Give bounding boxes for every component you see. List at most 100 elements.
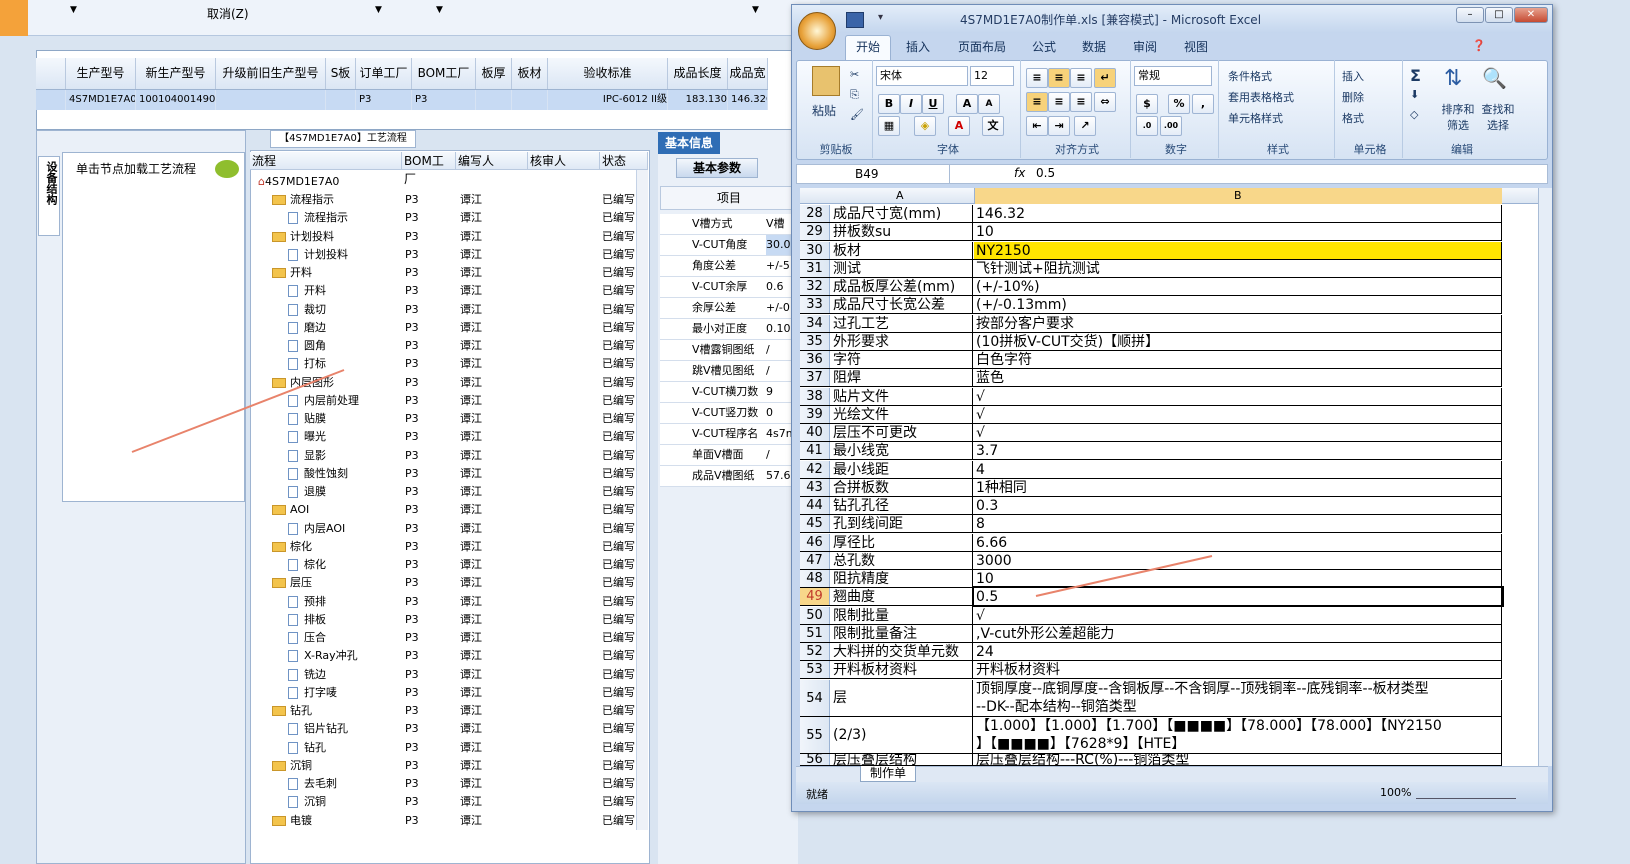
tree-node[interactable]: 贴膜 — [288, 410, 326, 428]
worksheet-row[interactable]: 54 层顶铜厚度--底铜厚度--含铜板厚--不含铜厚--顶残铜率--底残铜率--板… — [800, 680, 1502, 717]
tree-row[interactable]: 内层图形 P3 谭江 已编写 — [250, 374, 648, 392]
row-number[interactable]: 45 — [800, 515, 830, 533]
tree-node[interactable]: 内层图形 — [272, 374, 334, 392]
tree-row[interactable]: 沉铜 P3 谭江 已编写 — [250, 793, 648, 811]
cell-b[interactable]: 层压叠层结构---RC(%)---铜箔类型 — [974, 754, 1502, 765]
worksheet-row[interactable]: 42 最小线距 4 — [800, 460, 1502, 479]
tree-node[interactable]: 圆角 — [288, 337, 326, 355]
find-select-button[interactable]: 查找和选择 — [1480, 101, 1516, 133]
worksheet-row[interactable]: 40 层压不可更改 √ — [800, 424, 1502, 442]
ribbon-tab[interactable]: 插入 — [906, 38, 930, 55]
fill-icon[interactable]: ⬇ — [1410, 88, 1419, 101]
row-number[interactable]: 44 — [800, 497, 830, 514]
cell-a[interactable]: 最小线距 — [831, 460, 973, 478]
tree-node[interactable]: 磨边 — [288, 319, 326, 337]
tree-node[interactable]: 电镀 — [272, 812, 312, 830]
worksheet-row[interactable]: 49 翘曲度 0.5 — [800, 586, 1504, 608]
worksheet-row[interactable]: 28 成品尺寸宽(mm) 146.32 — [800, 205, 1502, 223]
tree-row[interactable]: 贴膜 P3 谭江 已编写 — [250, 410, 648, 428]
cell-b[interactable]: 按部分客户要求 — [974, 314, 1502, 332]
grid-column-header[interactable]: BOM工厂 — [412, 58, 476, 89]
worksheet-row[interactable]: 52 大料拼的交货单元数 24 — [800, 643, 1502, 661]
tree-node[interactable]: 显影 — [288, 447, 326, 465]
copy-icon[interactable]: ⎘ — [850, 88, 859, 102]
font-family-select[interactable]: 宋体 — [876, 66, 968, 86]
tree-node[interactable]: 铣边 — [288, 666, 326, 684]
cancel-button[interactable]: 取消(Z) — [207, 5, 249, 22]
cell-a[interactable]: 过孔工艺 — [831, 314, 973, 332]
ribbon-tab[interactable]: 视图 — [1184, 38, 1208, 55]
cell-a[interactable]: 测试 — [831, 259, 973, 277]
tree-row[interactable]: 电镀 P3 谭江 已编写 — [250, 812, 648, 830]
grid-column-header[interactable]: 成品长度 — [668, 58, 728, 89]
tree-row[interactable]: 开料 P3 谭江 已编写 — [250, 282, 648, 300]
chevron-down-icon[interactable]: ▼ — [752, 5, 759, 15]
row-number[interactable]: 48 — [800, 570, 830, 587]
grid-column-header[interactable] — [36, 58, 66, 89]
border-icon[interactable]: ▦ — [878, 116, 900, 136]
align-center-icon[interactable]: ≡ — [1048, 92, 1070, 112]
cell-a[interactable]: 层压不可更改 — [831, 424, 973, 441]
tree-node[interactable]: X-Ray冲孔 — [288, 647, 358, 665]
row-number[interactable]: 36 — [800, 351, 830, 368]
column-a-header[interactable]: A — [896, 189, 904, 202]
phonetic-icon[interactable]: 文 — [982, 116, 1004, 136]
tree-node[interactable]: 去毛刺 — [288, 775, 337, 793]
grow-font-button[interactable]: A — [956, 94, 978, 114]
row-number[interactable]: 32 — [800, 278, 830, 295]
cell-b[interactable]: 3000 — [974, 551, 1502, 569]
row-number[interactable]: 34 — [800, 314, 830, 332]
tree-node[interactable]: 退膜 — [288, 483, 326, 501]
tree-row[interactable]: 钻孔 P3 谭江 已编写 — [250, 702, 648, 720]
cell-a[interactable]: 字符 — [831, 351, 973, 368]
bold-button[interactable]: B — [878, 94, 900, 114]
tree-row[interactable]: 层压 P3 谭江 已编写 — [250, 574, 648, 592]
row-number[interactable]: 28 — [800, 205, 830, 222]
underline-button[interactable]: U — [922, 94, 944, 114]
tree-row[interactable]: 打字唛 P3 谭江 已编写 — [250, 684, 648, 702]
worksheet-row[interactable]: 30 板材 NY2150 — [800, 241, 1502, 260]
tree-row[interactable]: 排板 P3 谭江 已编写 — [250, 611, 648, 629]
cell-a[interactable]: 拼板数su — [831, 223, 973, 241]
tab-equipment-structure[interactable]: 设备结构 — [38, 156, 60, 236]
grid-cell[interactable]: 146.320 — [728, 90, 768, 110]
worksheet-row[interactable]: 47 总孔数 3000 — [800, 551, 1502, 570]
row-number[interactable]: 39 — [800, 405, 830, 423]
worksheet-row[interactable]: 36 字符 白色字符 — [800, 351, 1502, 369]
tree-node[interactable]: 计划投料 — [272, 228, 334, 246]
comma-icon[interactable]: , — [1192, 94, 1214, 114]
ribbon-tab[interactable]: 审阅 — [1133, 38, 1157, 55]
cell-a[interactable]: 成品板厚公差(mm) — [831, 278, 973, 295]
find-icon[interactable]: 🔍 — [1482, 66, 1507, 90]
worksheet-row[interactable]: 34 过孔工艺 按部分客户要求 — [800, 314, 1502, 333]
tree-row[interactable]: 曝光 P3 谭江 已编写 — [250, 428, 648, 446]
cell-a[interactable]: 成品尺寸长宽公差 — [831, 296, 973, 314]
tree-row[interactable]: 裁切 P3 谭江 已编写 — [250, 301, 648, 319]
tree-node[interactable]: 打字唛 — [288, 684, 337, 702]
grid-cell[interactable]: 10010400149032 — [136, 90, 216, 110]
tree-row[interactable]: 内层AOI P3 谭江 已编写 — [250, 520, 648, 538]
params-row[interactable]: V槽方式 V槽 — [660, 214, 796, 235]
tree-row[interactable]: 开料 P3 谭江 已编写 — [250, 264, 648, 282]
zoom-slider[interactable] — [1416, 785, 1516, 799]
formula-input[interactable]: 0.5 — [1036, 166, 1055, 180]
tree-row[interactable]: 沉铜 P3 谭江 已编写 — [250, 757, 648, 775]
cell-b[interactable]: 10 — [974, 570, 1502, 587]
worksheet-row[interactable]: 31 测试 飞针测试+阻抗测试 — [800, 259, 1502, 278]
worksheet-row[interactable]: 39 光绘文件 √ — [800, 405, 1502, 424]
tree-node[interactable]: 钻孔 — [272, 702, 312, 720]
cell-b[interactable]: 3.7 — [974, 442, 1502, 460]
tree-node[interactable]: 铝片钻孔 — [288, 720, 348, 738]
row-number[interactable]: 42 — [800, 460, 830, 478]
tree-node[interactable]: 裁切 — [288, 301, 326, 319]
tree-row[interactable]: AOI P3 谭江 已编写 — [250, 501, 648, 519]
params-row[interactable]: 角度公差 +/-5 — [660, 256, 796, 277]
cell-b[interactable]: 6.66 — [974, 533, 1502, 551]
tree-row[interactable]: 内层前处理 P3 谭江 已编写 — [250, 392, 648, 410]
tree-row[interactable]: 磨边 P3 谭江 已编写 — [250, 319, 648, 337]
zoom-level[interactable]: 100% — [1380, 786, 1411, 799]
row-number[interactable]: 37 — [800, 369, 830, 387]
tree-node[interactable]: 流程指示 — [288, 209, 348, 227]
cell-b[interactable]: (+/-0.13mm) — [974, 296, 1502, 314]
worksheet-row[interactable]: 41 最小线宽 3.7 — [800, 442, 1502, 461]
